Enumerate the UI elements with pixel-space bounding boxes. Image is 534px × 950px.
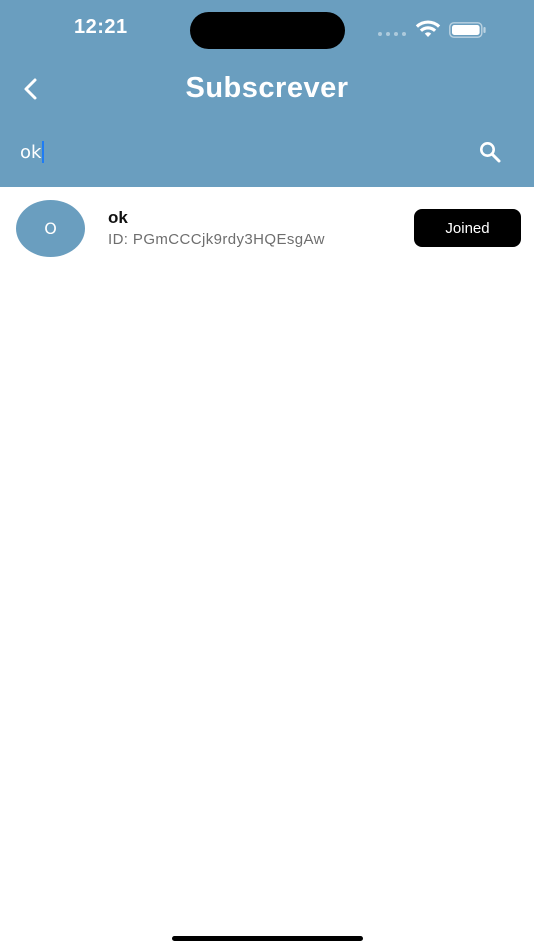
search-button[interactable] xyxy=(474,136,506,168)
search-icon xyxy=(480,142,501,163)
cellular-signal-icon xyxy=(378,32,408,36)
avatar: O xyxy=(16,200,85,257)
text-caret xyxy=(42,141,45,163)
wifi-icon xyxy=(415,20,441,37)
joined-button[interactable]: Joined xyxy=(414,209,521,247)
list-item[interactable]: O ok ID: PGmCCCjk9rdy3HQEsgAw Joined xyxy=(0,187,534,269)
channel-id: ID: PGmCCCjk9rdy3HQEsgAw xyxy=(108,231,325,248)
battery-icon xyxy=(449,22,486,38)
header-bar: 12:21 Subscrever ok xyxy=(0,0,534,187)
search-input[interactable]: ok xyxy=(20,138,440,166)
status-time: 12:21 xyxy=(74,16,128,38)
dynamic-island xyxy=(190,12,345,49)
home-indicator xyxy=(172,936,363,941)
page-title: Subscrever xyxy=(185,72,349,104)
channel-name: ok xyxy=(108,208,128,227)
search-input-value: ok xyxy=(20,141,42,163)
